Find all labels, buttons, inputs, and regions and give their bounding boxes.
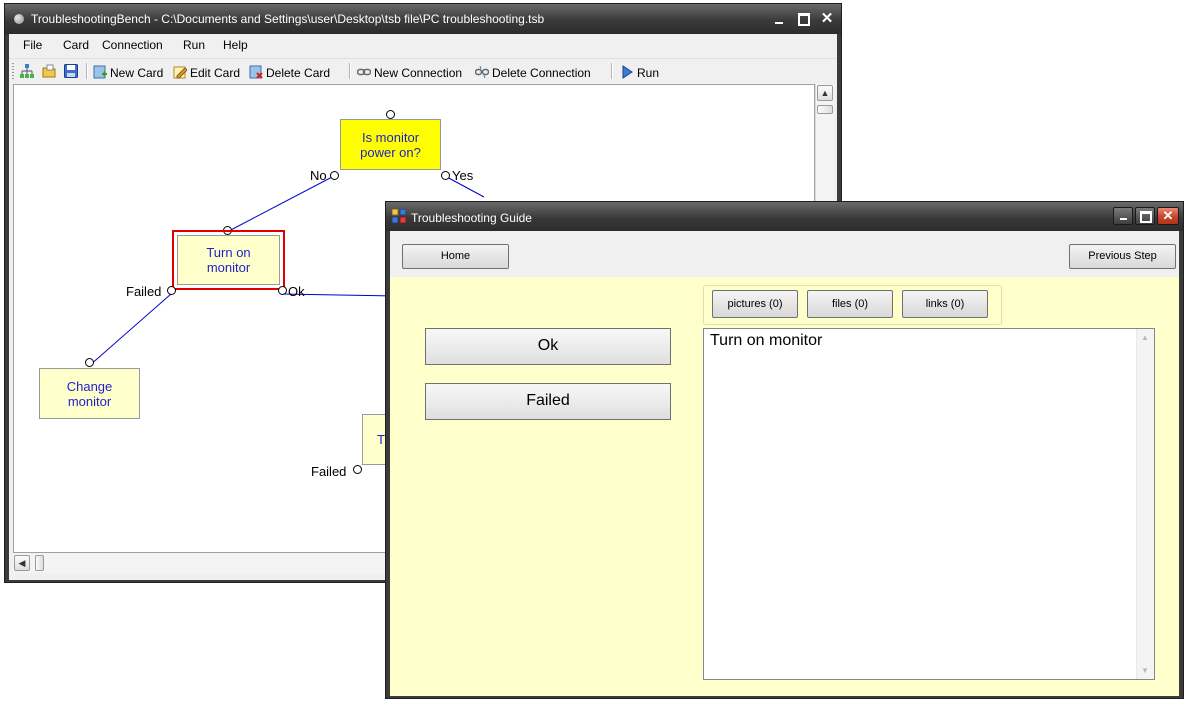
minimize-icon[interactable] [1113,207,1133,225]
edge-label-failed: Failed [126,284,162,299]
guide-titlebar[interactable]: Troubleshooting Guide ✕ [386,202,1183,231]
minimize-icon[interactable] [770,11,788,27]
delete-card-button[interactable]: Delete Card [249,63,330,81]
scroll-up-icon[interactable]: ▲ [1138,330,1152,345]
delete-card-icon [249,65,263,79]
menu-connection[interactable]: Connection [102,38,163,52]
answer-ok-button[interactable]: Ok [425,328,671,365]
card-output-port[interactable] [441,171,450,180]
maximize-icon[interactable] [1135,207,1155,225]
connection-failed[interactable] [88,293,172,367]
scroll-down-icon[interactable]: ▼ [1138,663,1152,678]
toolbar: New Card Edit Card Delete Card New Conne… [9,58,837,83]
card-output-port[interactable] [330,171,339,180]
attachments-group: pictures (0) files (0) links (0) [703,285,1002,325]
toolbar-separator [611,63,613,79]
edge-label-failed-2: Failed [311,464,347,479]
card-partial-label: T [377,432,385,447]
toolbar-separator [349,63,351,79]
card-output-port[interactable] [278,286,287,295]
save-icon[interactable] [64,64,78,78]
menu-card[interactable]: Card [63,38,89,52]
maximize-icon[interactable] [794,11,812,27]
close-icon[interactable]: ✕ [1157,207,1179,225]
close-icon[interactable]: ✕ [818,11,836,27]
edit-card-icon [173,65,188,79]
step-detail-textbox[interactable]: Turn on monitor ▲ ▼ [703,328,1155,680]
card-output-port[interactable] [353,465,362,474]
card-root-label: Is monitor power on? [360,129,421,160]
detail-vertical-scrollbar[interactable]: ▲ ▼ [1136,329,1154,679]
card-input-port[interactable] [386,110,395,119]
card-turn-on-monitor[interactable]: Turn on monitor [177,235,280,285]
horizontal-scroll-thumb[interactable] [35,555,44,571]
edge-label-no: No [310,168,327,183]
pictures-button[interactable]: pictures (0) [712,290,798,318]
card-change-label: Change monitor [66,378,113,409]
new-card-icon [93,65,107,79]
links-button[interactable]: links (0) [902,290,988,318]
guide-top-bar: Home Previous Step [390,231,1179,277]
vertical-scroll-thumb[interactable] [817,105,833,114]
tree-view-icon[interactable] [20,64,34,78]
step-detail-text: Turn on monitor [710,332,823,349]
guide-app-icon [391,208,407,224]
open-folder-icon[interactable] [42,64,56,78]
toolbar-separator [86,63,88,79]
guide-client: Home Previous Step pictures (0) files (0… [390,231,1179,696]
guide-window-title: Troubleshooting Guide [411,211,532,225]
menu-help[interactable]: Help [223,38,248,52]
scroll-left-icon[interactable]: ◀ [14,555,30,571]
guide-window: Troubleshooting Guide ✕ Home Previous St… [385,201,1184,699]
new-connection-button[interactable]: New Connection [356,63,462,81]
bench-titlebar[interactable]: TroubleshootingBench - C:\Documents and … [5,4,841,34]
bench-window-title: TroubleshootingBench - C:\Documents and … [31,12,545,26]
card-input-port[interactable] [85,358,94,367]
home-button[interactable]: Home [402,244,509,269]
app-icon [14,14,24,24]
chain-link-icon [356,65,372,79]
toolbar-grip[interactable] [12,63,14,79]
menu-bar: File Card Connection Run Help [9,34,837,56]
card-turn-on-label: Turn on monitor [206,245,251,275]
new-card-button[interactable]: New Card [93,63,163,81]
menu-run[interactable]: Run [183,38,205,52]
connection-no[interactable] [226,175,335,233]
delete-connection-button[interactable]: Delete Connection [474,63,591,81]
scroll-up-icon[interactable]: ▲ [817,85,833,101]
card-output-port[interactable] [167,286,176,295]
play-icon [620,65,634,79]
edge-label-ok: Ok [288,284,305,299]
card-root[interactable]: Is monitor power on? [340,119,441,170]
run-button[interactable]: Run [620,63,659,81]
broken-link-icon [474,65,490,79]
edge-label-yes: Yes [452,168,474,183]
previous-step-button[interactable]: Previous Step [1069,244,1176,269]
menu-file[interactable]: File [23,38,42,52]
edit-card-button[interactable]: Edit Card [173,63,240,81]
card-change-monitor[interactable]: Change monitor [39,368,140,419]
answer-failed-button[interactable]: Failed [425,383,671,420]
files-button[interactable]: files (0) [807,290,893,318]
